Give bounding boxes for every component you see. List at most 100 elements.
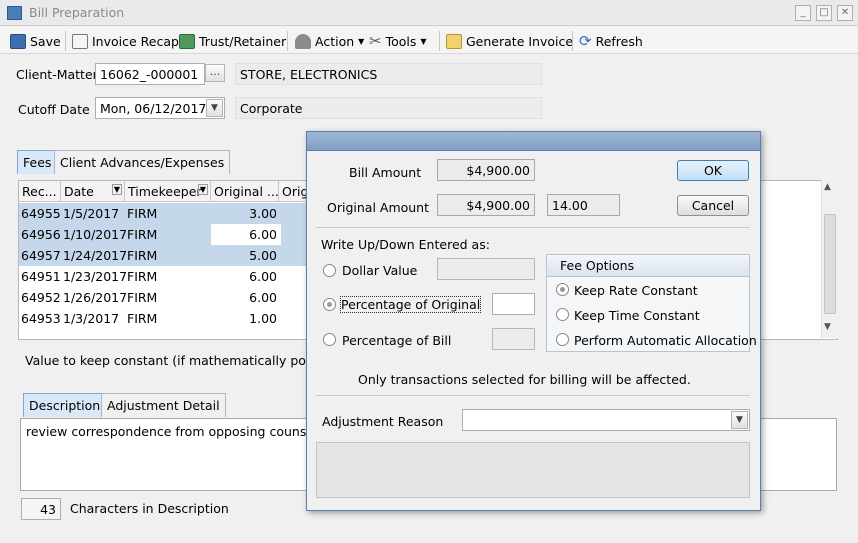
tools-menu-button[interactable]: ✂ Tools ▼	[369, 31, 427, 51]
chevron-down-icon[interactable]: ▼	[731, 411, 748, 429]
client-matter-input[interactable]: 16062_-000001	[95, 63, 205, 85]
cell-date: 1/10/2017	[63, 227, 128, 242]
cell-original: 6.00	[249, 290, 277, 305]
column-header-date[interactable]: Date ▼	[61, 181, 125, 202]
cell-record: 64952	[21, 290, 61, 305]
table-row[interactable]: 64952 1/26/2017 FIRM 6.00	[19, 287, 309, 308]
cell-date: 1/3/2017	[63, 311, 120, 326]
percentage-of-original-input[interactable]	[492, 293, 535, 315]
cell-original: 3.00	[249, 206, 277, 221]
cell-record: 64955	[21, 206, 61, 221]
fee-options-title: Fee Options	[547, 255, 749, 277]
stamp-icon	[295, 33, 311, 49]
cutoff-date-label: Cutoff Date	[18, 102, 90, 117]
dropdown-arrow-icon: ▼	[358, 36, 365, 46]
client-name-display: STORE, ELECTRONICS	[235, 63, 542, 85]
spreadsheet-icon	[179, 33, 195, 49]
original-amount-value: $4,900.00	[437, 194, 535, 216]
save-button[interactable]: Save	[10, 31, 61, 51]
cell-original: 1.00	[249, 311, 277, 326]
cell-original: 6.00	[249, 227, 277, 242]
dollar-value-radio[interactable]	[323, 264, 336, 277]
cell-date: 1/5/2017	[63, 206, 120, 221]
cell-timekeeper: FIRM	[127, 290, 158, 305]
table-row[interactable]: 64957 1/24/2017 FIRM 5.00	[19, 245, 309, 266]
cancel-button[interactable]: Cancel	[677, 195, 749, 216]
grid-scrollbar[interactable]: ▲ ▼	[821, 180, 838, 338]
percentage-of-bill-radio[interactable]	[323, 333, 336, 346]
auto-allocation-radio[interactable]	[556, 333, 569, 346]
percentage-of-original-label: Percentage of Original	[339, 296, 482, 313]
original-amount-label: Original Amount	[327, 200, 430, 215]
divider	[316, 395, 750, 396]
keep-time-constant-label: Keep Time Constant	[574, 308, 700, 323]
filter-icon[interactable]: ▼	[111, 184, 122, 195]
browse-button[interactable]: ...	[205, 64, 225, 82]
adjustment-reason-select[interactable]	[462, 409, 750, 431]
cell-timekeeper: FIRM	[127, 311, 158, 326]
cell-record: 64951	[21, 269, 61, 284]
cell-date: 1/24/2017	[63, 248, 128, 263]
close-button[interactable]: ✕	[837, 5, 853, 21]
cell-timekeeper: FIRM	[127, 248, 158, 263]
cell-original: 5.00	[249, 248, 277, 263]
toolbar-separator	[287, 31, 288, 51]
keep-rate-constant-label: Keep Rate Constant	[574, 283, 698, 298]
scroll-down-icon[interactable]: ▼	[824, 322, 831, 332]
tab-fees[interactable]: Fees	[17, 150, 58, 174]
column-header-timekeeper[interactable]: Timekeeper ▼	[125, 181, 211, 202]
ok-button[interactable]: OK	[677, 160, 749, 181]
percentage-of-original-radio[interactable]	[323, 298, 336, 311]
tab-adjustment-detail[interactable]: Adjustment Detail	[101, 393, 226, 417]
keep-time-constant-radio[interactable]	[556, 308, 569, 321]
dollar-value-input[interactable]	[437, 258, 535, 280]
toolbar-separator	[439, 31, 440, 51]
adjustment-reason-label: Adjustment Reason	[322, 414, 444, 429]
toolbar-separator	[572, 31, 573, 51]
title-bar	[0, 0, 858, 26]
invoice-recap-button[interactable]: Invoice Recap	[72, 31, 179, 51]
cell-original: 6.00	[249, 269, 277, 284]
maximize-button[interactable]: □	[816, 5, 832, 21]
column-header-rec[interactable]: Rec...	[19, 181, 61, 202]
cell-timekeeper: FIRM	[127, 269, 158, 284]
divider	[316, 227, 750, 228]
trust-retainer-button[interactable]: Trust/Retainer	[179, 31, 286, 51]
char-count: 43	[21, 498, 61, 520]
scrollbar-thumb[interactable]	[824, 214, 836, 314]
client-matter-label: Client-Matter	[16, 67, 98, 82]
table-row[interactable]: 64953 1/3/2017 FIRM 1.00	[19, 308, 309, 329]
dollar-value-label: Dollar Value	[342, 263, 418, 278]
cell-record: 64953	[21, 311, 61, 326]
category-display: Corporate	[235, 97, 542, 119]
cell-timekeeper: FIRM	[127, 227, 158, 242]
constant-note: Value to keep constant (if mathematicall…	[25, 353, 331, 368]
filter-icon[interactable]: ▼	[197, 184, 208, 195]
cell-timekeeper: FIRM	[127, 206, 158, 221]
chevron-down-icon[interactable]: ▼	[206, 99, 223, 117]
tab-description[interactable]: Description	[23, 393, 107, 417]
original-hours-value: 14.00	[547, 194, 620, 216]
table-row[interactable]: 64955 1/5/2017 FIRM 3.00	[19, 203, 309, 224]
keep-rate-constant-radio[interactable]	[556, 283, 569, 296]
cell-record: 64957	[21, 248, 61, 263]
minimize-button[interactable]: _	[795, 5, 811, 21]
dialog-title-bar	[306, 131, 761, 151]
percentage-of-bill-input[interactable]	[492, 328, 535, 350]
action-menu-button[interactable]: Action ▼	[295, 31, 364, 51]
adjustment-notes-area[interactable]	[316, 442, 750, 498]
generate-invoice-button[interactable]: Generate Invoice	[446, 31, 573, 51]
floppy-disk-icon	[10, 33, 26, 49]
dropdown-arrow-icon: ▼	[420, 36, 427, 46]
document-icon	[72, 33, 88, 49]
app-icon	[7, 6, 22, 20]
scroll-up-icon[interactable]: ▲	[824, 182, 831, 192]
cell-record: 64956	[21, 227, 61, 242]
billing-note: Only transactions selected for billing w…	[358, 372, 691, 387]
refresh-button[interactable]: ⟳ Refresh	[579, 31, 643, 51]
table-row[interactable]: 64956 1/10/2017 FIRM 6.00	[19, 224, 309, 245]
char-count-label: Characters in Description	[70, 501, 229, 516]
tab-client-advances[interactable]: Client Advances/Expenses	[54, 150, 231, 174]
table-row[interactable]: 64951 1/23/2017 FIRM 6.00	[19, 266, 309, 287]
column-header-original[interactable]: Original ...	[211, 181, 279, 202]
